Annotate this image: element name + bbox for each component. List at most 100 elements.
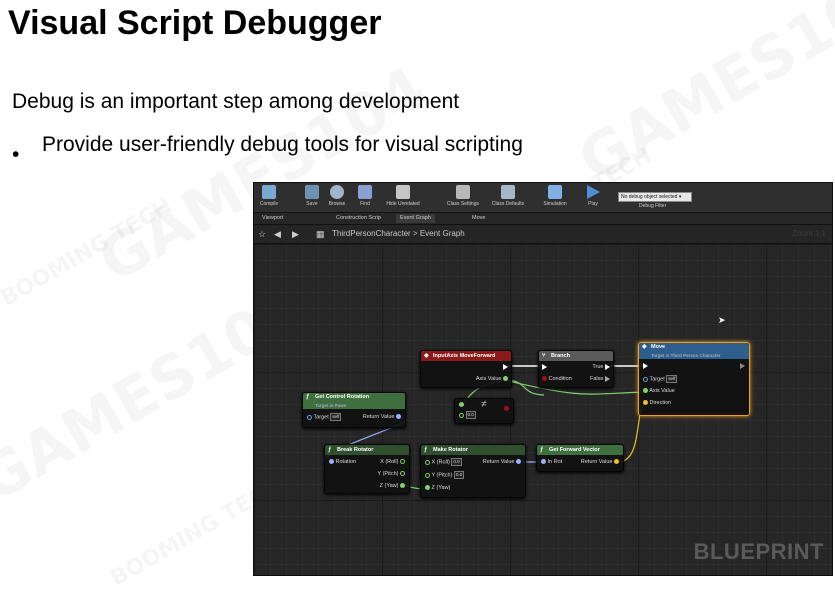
- toolbar-label: Play: [588, 201, 598, 207]
- node-title: Branch: [551, 353, 570, 359]
- hide-unrelated-button[interactable]: Hide Unrelated: [382, 185, 424, 211]
- bullet-symbol: •: [12, 142, 20, 166]
- exec-out-pin[interactable]: [740, 362, 745, 370]
- node-header: ƒ Get Forward Vector: [537, 445, 623, 455]
- class-settings-button[interactable]: Class Settings: [444, 185, 482, 211]
- node-header: ƒ Get Control Rotation Target is Pawn: [303, 393, 405, 409]
- slide-title: Visual Script Debugger: [8, 4, 382, 42]
- node-title: Get Forward Vector: [549, 447, 600, 453]
- find-button[interactable]: Find: [355, 185, 375, 211]
- false-pin[interactable]: False: [590, 375, 610, 383]
- axis-value-pin[interactable]: Axis Value: [476, 375, 508, 383]
- direction-pin[interactable]: Direction: [643, 399, 671, 407]
- node-header: ◆ Move Target is Third Person Character: [639, 343, 749, 359]
- star-icon[interactable]: ☆: [258, 229, 266, 240]
- tab-viewport[interactable]: Viewport: [258, 214, 287, 223]
- compare-in-pin[interactable]: 0.0: [459, 411, 476, 419]
- node-get-control-rotation[interactable]: ƒ Get Control Rotation Target is Pawn Targ…: [302, 392, 406, 428]
- toolbar-label: Simulation: [543, 201, 567, 207]
- node-subtitle: Target is Pawn: [315, 403, 347, 408]
- compare-in-pin[interactable]: [459, 401, 464, 409]
- pin-label: Direction: [649, 400, 672, 406]
- save-button[interactable]: Save: [302, 185, 322, 211]
- class-defaults-button[interactable]: Class Defaults: [488, 185, 528, 211]
- x-value[interactable]: 0.0: [451, 458, 462, 466]
- back-arrow-icon[interactable]: ◀: [274, 229, 281, 240]
- pin-label: Target: [649, 376, 665, 383]
- tab-event-graph[interactable]: Event Graph: [396, 214, 435, 223]
- tab-construction-script[interactable]: Construction Scrip: [332, 214, 385, 223]
- node-make-rotator[interactable]: ƒ Make Rotator X (Roll) 0.0 Y (Pitch) 0.0…: [420, 444, 526, 498]
- branch-icon: ⑂: [542, 353, 546, 359]
- node-inputaxis-moveforward[interactable]: ◆ InputAxis MoveForward Axis Value: [420, 350, 512, 388]
- bool-pin-icon: [504, 406, 509, 412]
- node-compare-float[interactable]: 0.0 ≠: [454, 398, 514, 424]
- self-box: self: [330, 413, 342, 421]
- toolbar-label: Class Settings: [447, 201, 479, 207]
- bool-pin-icon: [542, 376, 547, 382]
- true-pin[interactable]: True: [592, 363, 610, 371]
- breadcrumb[interactable]: ThirdPersonCharacter > Event Graph: [332, 229, 465, 238]
- exec-in-pin[interactable]: [643, 362, 648, 370]
- node-break-rotator[interactable]: ƒ Break Rotator Rotation X (Roll) Y (Pitc…: [324, 444, 410, 494]
- exec-pin-icon: [740, 362, 745, 369]
- z-yaw-pin[interactable]: Z (Yaw): [380, 482, 405, 490]
- in-rot-pin[interactable]: In Rot: [541, 458, 562, 466]
- node-move[interactable]: ◆ Move Target is Third Person Character Ta…: [638, 342, 750, 416]
- simulation-button[interactable]: Simulation: [538, 185, 572, 211]
- debug-object-select[interactable]: No debug object selected ▾: [618, 192, 692, 202]
- target-pin[interactable]: Target self: [307, 413, 342, 421]
- editor-tabs: Viewport Construction Scrip Event Graph …: [254, 213, 832, 225]
- condition-pin[interactable]: Condition: [542, 375, 572, 383]
- node-branch[interactable]: ⑂ Branch Condition True False: [538, 350, 614, 388]
- simulation-icon: [548, 185, 562, 199]
- browse-button[interactable]: Browse: [326, 185, 348, 211]
- play-button[interactable]: Play: [582, 185, 604, 211]
- compile-button[interactable]: Compile: [256, 185, 282, 211]
- editor-toolbar: Compile Save Browse Find Hide Unrelated …: [254, 183, 832, 213]
- return-value-pin[interactable]: Return Value: [363, 413, 401, 421]
- slide-bullet: • Provide user-friendly debug tools for v…: [12, 133, 523, 166]
- pin-label: Condition: [548, 376, 572, 382]
- rotation-pin[interactable]: Rotation: [329, 458, 356, 466]
- return-value-pin[interactable]: Return Value: [581, 458, 619, 466]
- pin-label: X (Roll): [380, 459, 399, 465]
- mouse-cursor-icon: ➤: [718, 315, 726, 325]
- save-icon: [305, 185, 319, 199]
- debug-filter-label: Debug Filter: [639, 203, 667, 209]
- rotator-pin-icon: [396, 414, 401, 420]
- tab-move[interactable]: Move: [468, 214, 489, 223]
- pin-label: Rotation: [335, 459, 357, 465]
- y-pitch-pin[interactable]: Y (Pitch) 0.0: [425, 471, 465, 479]
- pin-label: Y (Pitch): [377, 471, 399, 477]
- exec-in-pin[interactable]: [542, 363, 547, 371]
- class-defaults-icon: [501, 185, 515, 199]
- y-pitch-pin[interactable]: Y (Pitch): [377, 470, 405, 478]
- exec-out-pin[interactable]: [503, 363, 508, 371]
- float-pin-icon: [400, 471, 405, 477]
- event-graph-canvas[interactable]: ◆ InputAxis MoveForward Axis Value ⑂ Branc…: [254, 244, 832, 575]
- node-get-forward-vector[interactable]: ƒ Get Forward Vector In Rot Return Value: [536, 444, 624, 472]
- blueprint-editor: Compile Save Browse Find Hide Unrelated …: [253, 182, 833, 576]
- node-header: ◆ InputAxis MoveForward: [421, 351, 511, 361]
- z-yaw-pin[interactable]: Z (Yaw): [425, 484, 450, 492]
- axis-value-pin[interactable]: Axis Value: [643, 387, 675, 395]
- y-value[interactable]: 0.0: [453, 471, 465, 479]
- x-roll-pin[interactable]: X (Roll) 0.0: [425, 458, 462, 466]
- float-pin-icon: [425, 485, 430, 491]
- node-header: ⑂ Branch: [539, 351, 613, 361]
- graph-icon: ▦: [316, 229, 325, 239]
- x-roll-pin[interactable]: X (Roll): [380, 458, 405, 466]
- bullet-text: Provide user-friendly debug tools for vi…: [42, 133, 523, 156]
- graph-nav-bar: ☆ ◀ ▶ ▦ ThirdPersonCharacter > Event Gra…: [254, 225, 832, 244]
- object-pin-icon: [307, 414, 312, 420]
- return-value-pin[interactable]: Return Value: [483, 458, 521, 466]
- forward-arrow-icon[interactable]: ▶: [292, 229, 299, 240]
- pin-label: Return Value: [580, 459, 613, 465]
- target-pin[interactable]: Target self: [643, 375, 678, 383]
- float-pin-icon: [400, 459, 405, 465]
- toolbar-label: Browse: [328, 201, 346, 207]
- float-pin-icon: [459, 412, 464, 418]
- compare-value[interactable]: 0.0: [465, 411, 476, 419]
- compare-out-pin[interactable]: [504, 405, 509, 413]
